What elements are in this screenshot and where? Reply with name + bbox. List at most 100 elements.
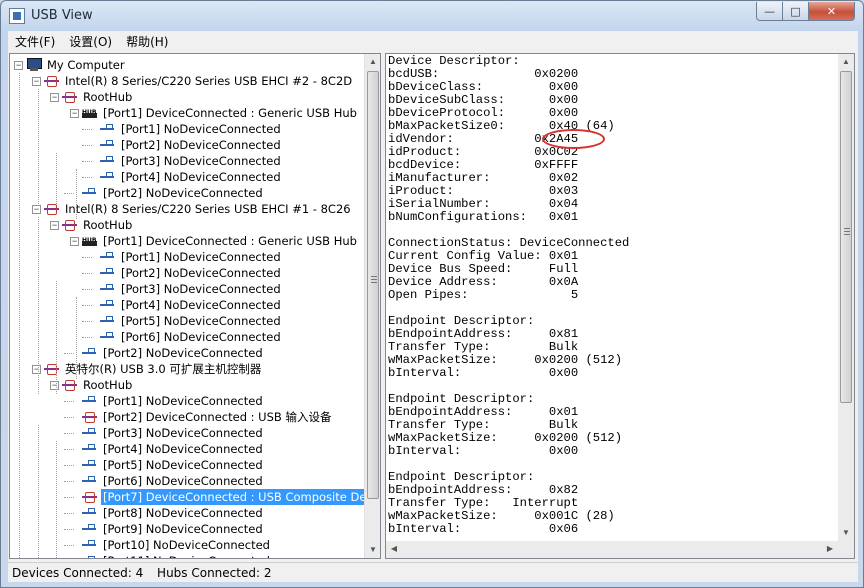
tree-connector [38,425,39,558]
scroll-thumb[interactable] [840,71,852,403]
tree-connector [64,401,74,402]
tree-expander-icon[interactable]: − [70,237,79,246]
tree-item-label: [Port2] NoDeviceConnected [121,266,281,280]
usb-port-icon [100,315,116,327]
tree-item[interactable]: [Port11] NoDeviceConnected [82,553,272,558]
tree-item-label: [Port2] NoDeviceConnected [103,186,263,200]
scroll-left-arrow-icon[interactable]: ◀ [386,541,402,557]
tree-item-label: Intel(R) 8 Series/C220 Series USB EHCI #… [65,74,353,88]
tree-connector [82,129,92,130]
tree-item[interactable]: [Port2] NoDeviceConnected [100,265,283,281]
tree-item[interactable]: [Port3] NoDeviceConnected [100,153,283,169]
tree-item-label: [Port6] NoDeviceConnected [103,474,263,488]
tree-item[interactable]: [Port8] NoDeviceConnected [82,505,265,521]
tree-expander-icon[interactable]: − [50,381,59,390]
tree-item[interactable]: [Port7] DeviceConnected : USB Composite … [82,489,364,505]
maximize-button[interactable]: □ [782,2,809,21]
tree-item[interactable]: [Port1] NoDeviceConnected [100,121,283,137]
tree-item-label: [Port5] NoDeviceConnected [121,314,281,328]
tree-expander-icon[interactable]: − [50,221,59,230]
details-vertical-scrollbar[interactable]: ▲ ▼ [838,54,854,541]
menu-help[interactable]: 帮助(H) [119,31,175,50]
close-button[interactable]: ✕ [808,2,855,21]
tree-item[interactable]: [Port4] NoDeviceConnected [100,169,283,185]
tree-item[interactable]: Intel(R) 8 Series/C220 Series USB EHCI #… [44,201,353,217]
tree-expander-icon[interactable]: − [32,205,41,214]
tree-item[interactable]: [Port2] DeviceConnected : USB 输入设备 [82,409,333,425]
tree-item[interactable]: [Port1] NoDeviceConnected [82,393,265,409]
tree-expander-icon[interactable]: − [32,77,41,86]
title-bar[interactable]: USB View — □ ✕ [1,1,863,31]
scroll-right-arrow-icon[interactable]: ▶ [822,541,838,557]
devices-connected-status: Devices Connected: 4 [12,566,144,580]
tree-item[interactable]: [Port4] NoDeviceConnected [82,441,265,457]
tree-item-label: [Port1] NoDeviceConnected [121,250,281,264]
tree-item-label: [Port4] NoDeviceConnected [103,442,263,456]
tree-item[interactable]: [Port6] NoDeviceConnected [82,473,265,489]
tree-item[interactable]: [Port1] DeviceConnected : Generic USB Hu… [82,105,359,121]
tree-item[interactable]: [Port1] NoDeviceConnected [100,249,283,265]
tree-item[interactable]: RootHub [62,217,134,233]
tree-connector [64,497,74,498]
usb-port-icon [82,395,98,407]
tree-expander-icon[interactable]: − [32,365,41,374]
tree-item[interactable]: [Port6] NoDeviceConnected [100,329,283,345]
tree-item-label: [Port10] NoDeviceConnected [103,538,270,552]
tree-item-label: [Port3] NoDeviceConnected [121,154,281,168]
tree-item[interactable]: [Port10] NoDeviceConnected [82,537,272,553]
usb-port-icon [100,251,116,263]
details-horizontal-scrollbar[interactable]: ◀ ▶ [386,541,838,558]
tree-item[interactable]: [Port9] NoDeviceConnected [82,521,265,537]
descriptor-line: Open Pipes: 5 [388,288,579,302]
menu-bar: 文件(F) 设置(O) 帮助(H) [8,31,858,50]
device-tree-content: − My Computer − Intel(R) 8 Series/C220 Seri… [10,54,364,558]
menu-settings[interactable]: 设置(O) [62,31,119,50]
hub-icon [82,233,98,249]
usb-port-icon [100,283,116,295]
tree-item[interactable]: [Port5] NoDeviceConnected [100,313,283,329]
tree-item[interactable]: RootHub [62,377,134,393]
descriptor-line: bInterval: 0x00 [388,366,579,380]
scroll-down-arrow-icon[interactable]: ▼ [838,525,854,541]
tree-item[interactable]: [Port1] DeviceConnected : Generic USB Hu… [82,233,359,249]
tree-connector [82,337,92,338]
tree-connector [64,417,74,418]
tree-connector [64,433,74,434]
tree-item-label: [Port11] NoDeviceConnected [101,553,272,558]
tree-item-label: [Port1] NoDeviceConnected [103,394,263,408]
tree-vertical-scrollbar[interactable]: ▲ ▼ [364,54,380,558]
tree-expander-icon[interactable]: − [50,93,59,102]
hub-icon [82,105,98,121]
tree-item[interactable]: Intel(R) 8 Series/C220 Series USB EHCI #… [44,73,354,89]
usb-controller-icon [62,219,78,231]
scroll-up-arrow-icon[interactable]: ▲ [365,54,380,70]
usb-port-icon [100,123,116,135]
tree-connector [76,169,77,219]
tree-item[interactable]: [Port4] NoDeviceConnected [100,297,283,313]
tree-item[interactable]: [Port3] NoDeviceConnected [82,425,265,441]
scroll-thumb[interactable] [367,71,379,499]
scroll-up-arrow-icon[interactable]: ▲ [838,54,854,70]
tree-item[interactable]: [Port2] NoDeviceConnected [82,185,265,201]
tree-expander-icon[interactable]: − [14,61,23,70]
tree-item[interactable]: My Computer [26,57,127,73]
usb-controller-icon [44,363,60,375]
tree-item[interactable]: [Port3] NoDeviceConnected [100,281,283,297]
tree-item-label: RootHub [83,378,133,392]
tree-connector [38,217,39,394]
tree-item-label: [Port1] DeviceConnected : Generic USB Hu… [103,106,357,120]
tree-expander-icon[interactable]: − [70,109,79,118]
tree-item[interactable]: RootHub [62,89,134,105]
tree-connector [56,281,57,394]
menu-file[interactable]: 文件(F) [8,31,62,50]
scroll-down-arrow-icon[interactable]: ▼ [365,542,380,558]
tree-item[interactable]: [Port2] NoDeviceConnected [82,345,265,361]
usb-controller-icon [82,491,98,503]
minimize-button[interactable]: — [756,2,783,21]
tree-item[interactable]: [Port5] NoDeviceConnected [82,457,265,473]
tree-connector [56,153,57,204]
usb-port-icon [82,539,98,551]
tree-item[interactable]: [Port2] NoDeviceConnected [100,137,283,153]
tree-item-label: [Port2] NoDeviceConnected [121,138,281,152]
tree-item-label: RootHub [83,218,133,232]
